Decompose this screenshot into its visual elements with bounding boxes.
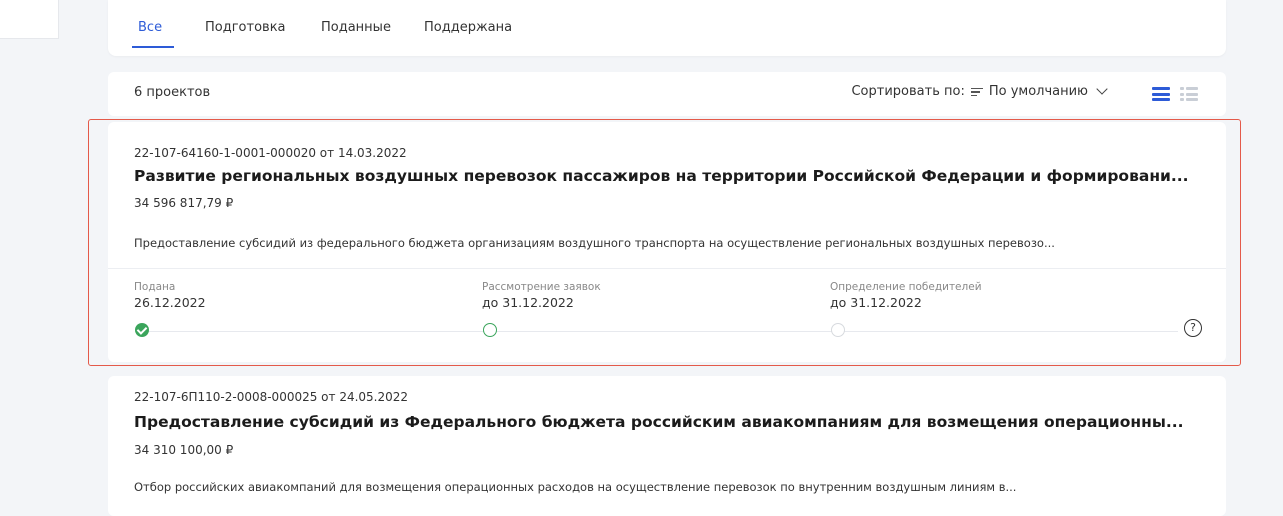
tab-submitted[interactable]: Поданные — [321, 20, 391, 35]
stage-date: до 31.12.2022 — [482, 295, 574, 310]
tab-preparation[interactable]: Подготовка — [205, 20, 286, 35]
stage-review: Рассмотрение заявок до 31.12.2022 — [482, 281, 601, 310]
check-circle-icon — [135, 323, 149, 337]
sort-label: Сортировать по: — [851, 84, 965, 99]
current-stage-circle-icon — [483, 323, 497, 337]
project-count: 6 проектов — [134, 85, 211, 100]
stage-submitted: Подана 26.12.2022 — [134, 281, 206, 310]
project-title[interactable]: Предоставление субсидий из Федерального … — [134, 413, 1206, 431]
sort-dropdown[interactable]: По умолчанию — [970, 83, 1108, 99]
sort-control: Сортировать по: По умолчанию — [851, 83, 1108, 99]
chevron-down-icon — [1096, 83, 1108, 95]
sort-value: По умолчанию — [988, 84, 1088, 99]
stage-winners: Определение победителей до 31.12.2022 — [830, 281, 982, 310]
help-icon[interactable]: ? — [1184, 319, 1202, 337]
results-toolbar: 6 проектов Сортировать по: По умолчанию — [108, 72, 1226, 116]
stage-date: 26.12.2022 — [134, 295, 206, 310]
pending-stage-circle-icon — [831, 323, 845, 337]
project-card[interactable]: 22-107-6П110-2-0008-000025 от 24.05.2022… — [108, 376, 1226, 516]
stage-date: до 31.12.2022 — [830, 295, 922, 310]
project-reg-number: 22-107-64160-1-0001-000020 от 14.03.2022 — [134, 146, 407, 160]
grid-view-icon[interactable] — [1180, 86, 1198, 102]
stage-progress-line — [148, 331, 1178, 332]
stage-label: Определение победителей — [830, 281, 982, 293]
active-tab-indicator — [132, 46, 174, 48]
filter-tabs: Все Подготовка Поданные Поддержана — [108, 0, 1226, 56]
project-stages: Подана 26.12.2022 Рассмотрение заявок до… — [108, 268, 1226, 363]
project-amount: 34 596 817,79 ₽ — [134, 196, 234, 210]
stage-label: Подана — [134, 281, 176, 293]
project-card[interactable]: 22-107-64160-1-0001-000020 от 14.03.2022… — [108, 122, 1226, 362]
project-reg-number: 22-107-6П110-2-0008-000025 от 24.05.2022 — [134, 390, 409, 404]
project-amount: 34 310 100,00 ₽ — [134, 443, 234, 457]
project-title[interactable]: Развитие региональных воздушных перевозо… — [134, 167, 1206, 185]
project-description: Отбор российских авиакомпаний для возмещ… — [134, 480, 1017, 494]
project-description: Предоставление субсидий из федерального … — [134, 236, 1055, 250]
stage-label: Рассмотрение заявок — [482, 281, 601, 293]
left-panel-edge — [0, 0, 59, 39]
tab-supported[interactable]: Поддержана — [424, 20, 512, 35]
sort-lines-icon — [970, 87, 983, 97]
list-view-icon[interactable] — [1152, 86, 1170, 102]
tab-all[interactable]: Все — [138, 20, 162, 35]
